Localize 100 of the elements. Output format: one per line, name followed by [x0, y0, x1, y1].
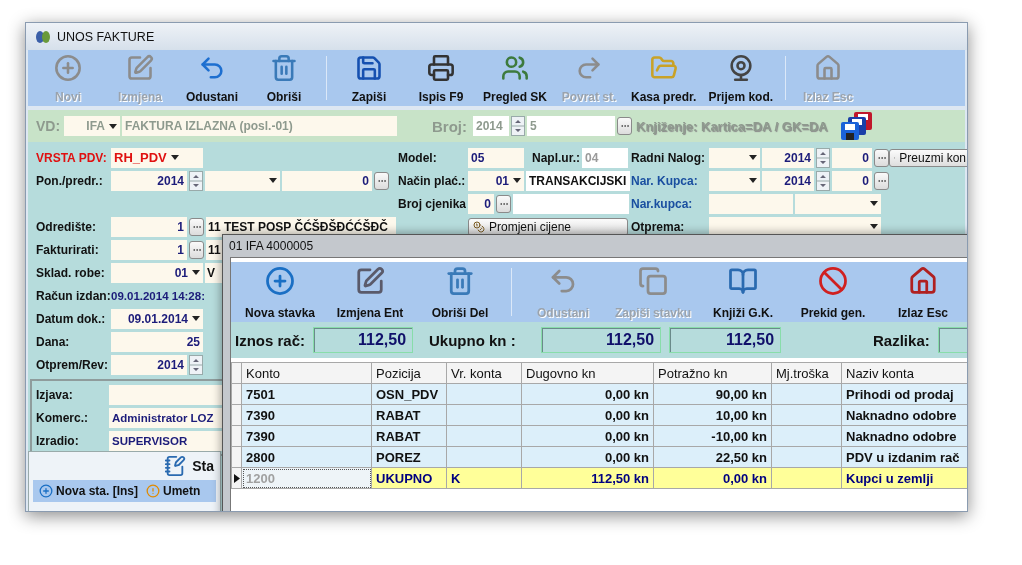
toolbar-button[interactable]: Ispis F9	[405, 50, 477, 106]
table-cell: 90,00 kn	[653, 383, 772, 405]
code-field[interactable]: 1	[111, 216, 187, 237]
text-field[interactable]: 05	[468, 147, 524, 168]
name-field[interactable]: 11 TEST POSP ČĆŠĐŠĐĆĆŠĐČ	[206, 216, 396, 237]
toolbar-button[interactable]: Knjiži G.K.	[698, 262, 788, 322]
text-field[interactable]: Administrator LOZ	[109, 407, 222, 428]
spin-button[interactable]	[189, 170, 203, 191]
toolbar-button[interactable]: Zapiši	[333, 50, 405, 106]
table-row[interactable]: 2800 POREZ 0,00 kn 22,50 kn PDV u izdanim rač	[231, 446, 967, 468]
field-label: Model:	[398, 150, 438, 165]
dropdown-field[interactable]: 01	[111, 262, 203, 283]
browse-button[interactable]	[496, 194, 511, 213]
number-field[interactable]: 0	[282, 170, 372, 191]
browse-button[interactable]	[874, 148, 889, 167]
number-field[interactable]: 0	[832, 147, 872, 168]
browse-button[interactable]	[374, 171, 389, 190]
plus-icon	[265, 266, 295, 296]
number-field[interactable]: 0	[468, 193, 494, 214]
toolbar-button[interactable]: Pregled SK	[477, 50, 554, 106]
toolbar-button[interactable]: Odustani	[176, 50, 248, 106]
table-cell: 7390	[241, 404, 372, 426]
name-field[interactable]: TRANSAKCIJSKI	[526, 170, 630, 191]
browse-button[interactable]	[874, 171, 889, 190]
browse-button[interactable]	[617, 117, 632, 135]
table-row[interactable]: 1200 UKUPNO K 112,50 kn 0,00 kn Kupci u zemlji	[231, 467, 967, 489]
spin-button[interactable]	[511, 116, 525, 136]
toolbar-button[interactable]: Nova sta. [Ins]	[39, 484, 139, 498]
window-title: UNOS FAKTURE	[57, 29, 155, 44]
table-cell: -10,00 kn	[653, 425, 772, 447]
caret-icon	[109, 123, 117, 129]
field-label: Komerc.:	[36, 410, 89, 425]
browse-button[interactable]	[189, 240, 204, 259]
row-pointer-icon	[233, 473, 240, 483]
dropdown-field[interactable]	[709, 216, 881, 237]
table-cell: RABAT	[371, 425, 447, 447]
warning-icon	[146, 484, 161, 498]
field-label: Nar. Kupca:	[631, 173, 699, 188]
year-field[interactable]: 2014	[762, 147, 814, 168]
text-field[interactable]: SUPERVISOR	[109, 430, 222, 451]
pencil-icon	[355, 266, 385, 296]
dropdown-field[interactable]	[205, 170, 280, 191]
text-field[interactable]	[109, 384, 222, 405]
text-field[interactable]	[513, 193, 629, 214]
name-field[interactable]: V	[205, 262, 223, 283]
toolbar-button[interactable]: Prijem kod.	[702, 50, 780, 106]
spin-button[interactable]	[189, 354, 203, 375]
dropdown-field[interactable]	[709, 170, 760, 191]
trash-icon	[270, 54, 298, 82]
field-label: Radni Nalog:	[631, 150, 706, 165]
posting-status: Knjiženje: Kartica=DA / GK=DA	[636, 118, 828, 134]
table-row[interactable]: 7390 RABAT 0,00 kn 10,00 kn Naknadno odobre	[231, 404, 967, 426]
dropdown-field[interactable]: RH_PDV	[111, 147, 203, 168]
spin-button[interactable]	[816, 147, 830, 168]
toolbar-button[interactable]: Umetn	[146, 484, 201, 498]
toolbar-button[interactable]: Nova stavka	[235, 262, 325, 322]
floppy-disks-icon	[839, 111, 874, 141]
year-field[interactable]: 2014	[762, 170, 814, 191]
table-cell: 7501	[241, 383, 372, 405]
toolbar-button[interactable]: Obriši Del	[415, 262, 505, 322]
number-field[interactable]: 0	[832, 170, 872, 191]
toolbar-button[interactable]: Kasa predr.	[625, 50, 703, 106]
table-cell: 0,00 kn	[521, 446, 654, 468]
house-icon	[814, 54, 843, 82]
field-label: Razlika:	[873, 331, 930, 349]
toolbar-button[interactable]: Prekid gen.	[788, 262, 878, 322]
caret-icon	[269, 178, 277, 183]
code-field[interactable]: 1	[111, 239, 187, 260]
table-row[interactable]: 7390 RABAT 0,00 kn -10,00 kn Naknadno odobre	[231, 425, 967, 447]
spin-button[interactable]	[816, 170, 830, 191]
column-header[interactable]: Vr. konta	[446, 362, 522, 384]
column-header[interactable]: Konto	[241, 362, 372, 384]
column-header[interactable]: Potražno kn	[653, 362, 772, 384]
change-prices-button[interactable]: Promjeni cijene	[468, 217, 628, 236]
dropdown-field[interactable]	[709, 147, 760, 168]
column-header[interactable]: Pozicija	[371, 362, 447, 384]
table-row[interactable]: 7501 OSN_PDV 0,00 kn 90,00 kn Prihodi od prodaj	[231, 383, 967, 405]
browse-button[interactable]	[189, 217, 204, 236]
column-header[interactable]: Dugovno kn	[521, 362, 654, 384]
table-cell	[771, 446, 842, 468]
plus-icon	[54, 54, 82, 82]
text-field[interactable]	[709, 193, 793, 214]
caret-icon	[192, 316, 200, 321]
toolbar-button[interactable]: Obriši	[248, 50, 320, 106]
field-label: Fakturirati:	[36, 242, 100, 257]
dropdown-field[interactable]: 09.01.2014	[111, 308, 203, 329]
column-header[interactable]: Naziv konta	[841, 362, 967, 384]
dropdown-field[interactable]	[795, 193, 881, 214]
year-field[interactable]: 2014	[111, 170, 187, 191]
year-field[interactable]: 2014	[111, 354, 187, 375]
table-cell: OSN_PDV	[371, 383, 447, 405]
dialog-title: 01 IFA 4000005	[228, 238, 315, 255]
number-field[interactable]: 25	[111, 331, 203, 352]
column-header[interactable]: Mj.troška	[771, 362, 842, 384]
toolbar-button[interactable]: Izmjena Ent	[325, 262, 415, 322]
field-label: Napl.ur.:	[531, 150, 580, 165]
dropdown-field[interactable]: 01	[468, 170, 524, 191]
pencil-icon	[126, 54, 154, 82]
take-over-button[interactable]: Preuzmi kon	[889, 148, 967, 167]
toolbar-button[interactable]: Izlaz Esc	[878, 262, 967, 322]
